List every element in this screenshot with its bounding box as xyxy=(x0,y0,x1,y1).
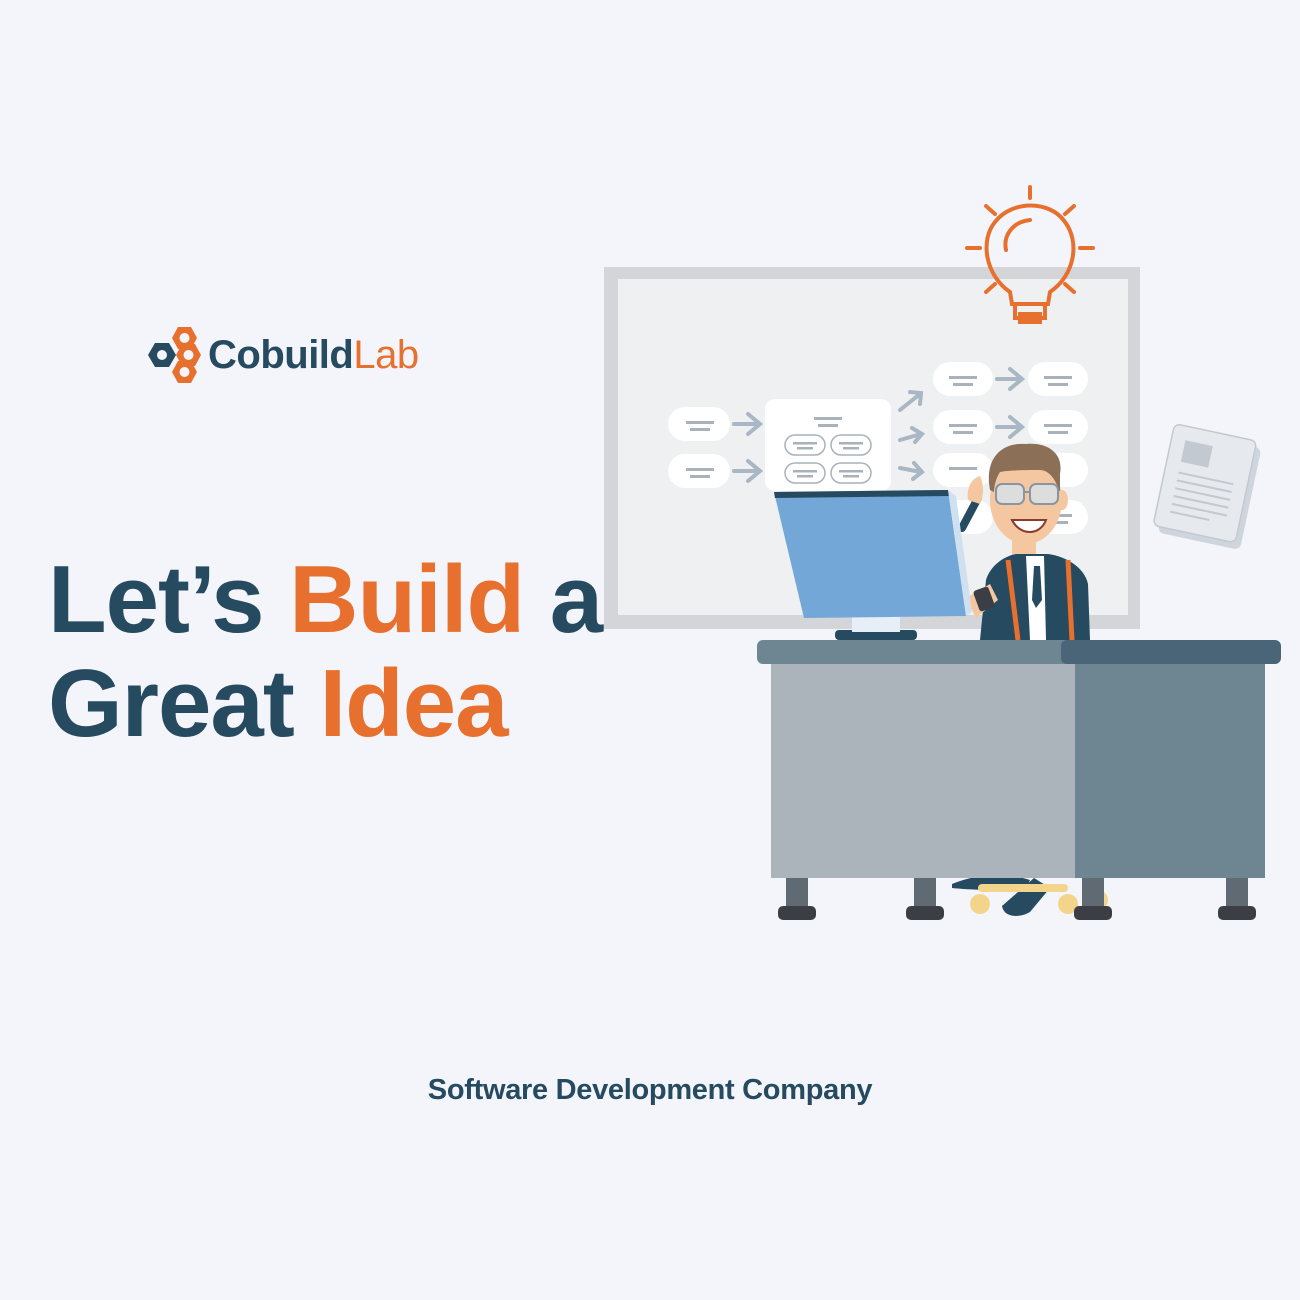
document-icon xyxy=(1153,424,1261,549)
brand-name-secondary: Lab xyxy=(353,332,419,377)
hexagon-nuts-logo-icon xyxy=(148,327,201,383)
headline-accent-idea: Idea xyxy=(319,650,508,757)
brand-name: CobuildLab xyxy=(208,333,419,378)
brand-logo: CobuildLab xyxy=(146,322,419,388)
headline-line1-end: a xyxy=(524,546,603,653)
headline-line2-text: Great xyxy=(48,650,320,757)
developer-person xyxy=(952,443,1090,916)
headline-accent-build: Build xyxy=(289,546,525,653)
lightbulb-icon xyxy=(965,185,1095,324)
whiteboard-flowchart xyxy=(604,267,1140,629)
office-chair xyxy=(970,884,1108,914)
headline: Let’s Build a Great Idea xyxy=(48,546,603,757)
brand-name-primary: Cobuild xyxy=(208,332,354,377)
desk xyxy=(757,640,1281,920)
computer-monitor-icon xyxy=(774,490,972,640)
tagline: Software Development Company xyxy=(427,1074,873,1106)
headline-line1-text: Let’s xyxy=(48,546,290,653)
